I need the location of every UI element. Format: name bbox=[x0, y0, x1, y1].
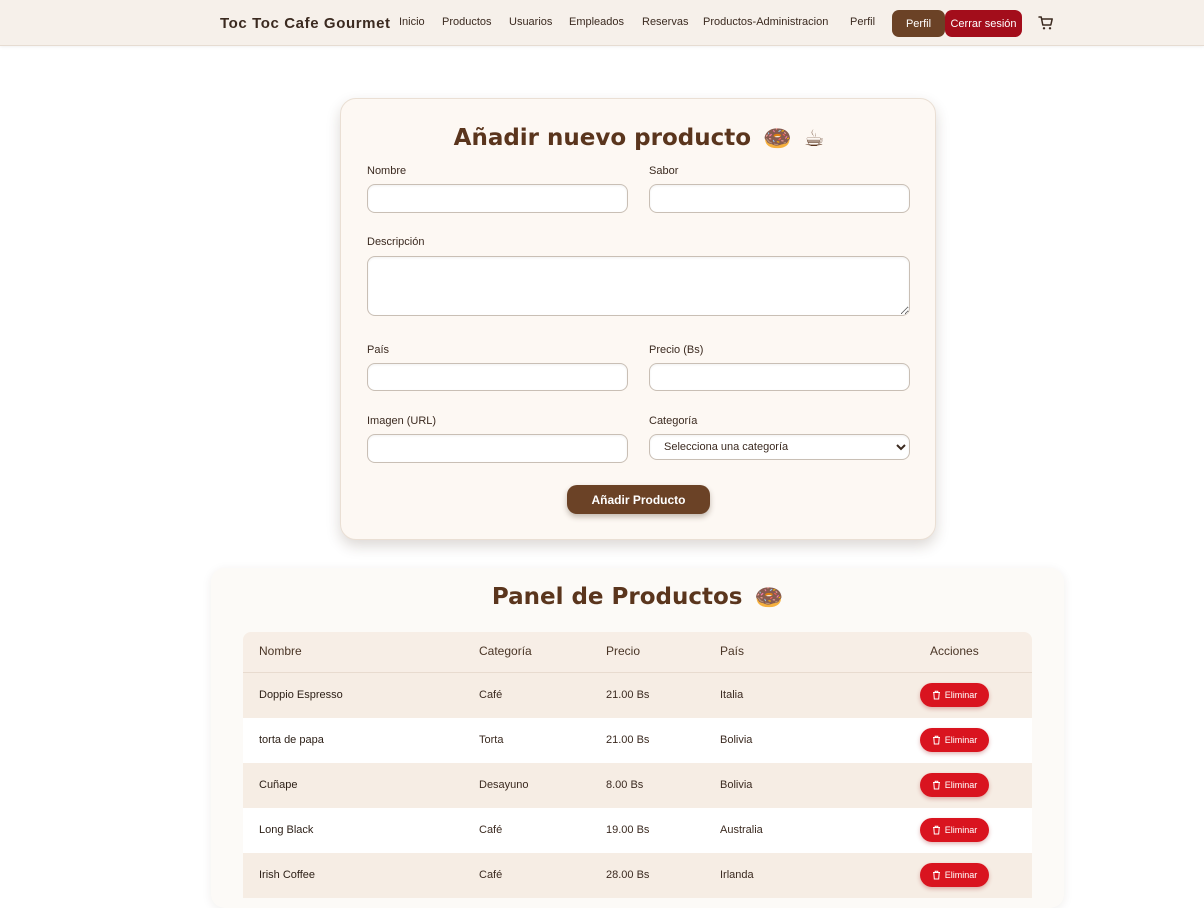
sabor-field[interactable] bbox=[649, 184, 910, 213]
column-header-categoria: Categoría bbox=[479, 644, 532, 658]
delete-label: Eliminar bbox=[944, 825, 978, 835]
sabor-label: Sabor bbox=[649, 165, 679, 177]
cell-pais: Bolivia bbox=[720, 779, 753, 791]
nombre-label: Nombre bbox=[367, 165, 407, 177]
column-header-pais: País bbox=[720, 644, 745, 658]
categoria-select[interactable]: Selecciona una categoría bbox=[649, 434, 910, 460]
trash-icon bbox=[932, 735, 940, 745]
cell-nombre: Irish Coffee bbox=[259, 869, 316, 881]
nombre-field[interactable] bbox=[367, 184, 628, 213]
table-row: Irish Coffee Café 28.00 Bs Irlanda Elimi… bbox=[243, 853, 1032, 898]
cell-precio: 21.00 Bs bbox=[606, 734, 650, 746]
nav-link-productos[interactable]: Productos bbox=[442, 16, 492, 28]
pais-label: País bbox=[367, 344, 390, 356]
delete-button[interactable]: Eliminar bbox=[920, 728, 989, 752]
table-row: Doppio Espresso Café 21.00 Bs Italia Eli… bbox=[243, 673, 1032, 718]
imagen-label: Imagen (URL) bbox=[367, 415, 437, 427]
precio-label: Precio (Bs) bbox=[649, 344, 704, 356]
delete-button[interactable]: Eliminar bbox=[920, 683, 989, 707]
precio-field[interactable] bbox=[649, 363, 910, 391]
delete-button[interactable]: Eliminar bbox=[920, 818, 989, 842]
brand-logo-text[interactable]: Toc Toc Cafe Gourmet bbox=[220, 15, 391, 32]
delete-button[interactable]: Eliminar bbox=[920, 773, 989, 797]
descripcion-label: Descripción bbox=[367, 236, 425, 248]
cell-pais: Bolivia bbox=[720, 734, 753, 746]
cell-pais: Irlanda bbox=[720, 869, 754, 881]
table-row: Long Black Café 19.00 Bs Australia Elimi… bbox=[243, 808, 1032, 853]
perfil-button[interactable]: Perfil bbox=[892, 10, 945, 37]
donut-icon: 🍩 bbox=[763, 126, 792, 152]
logout-button[interactable]: Cerrar sesión bbox=[945, 10, 1022, 37]
delete-label: Eliminar bbox=[944, 870, 978, 880]
add-product-button[interactable]: Añadir Producto bbox=[567, 485, 710, 514]
cell-precio: 19.00 Bs bbox=[606, 824, 650, 836]
table-row: Cuñape Desayuno 8.00 Bs Bolivia Eliminar bbox=[243, 763, 1032, 808]
nav-link-empleados[interactable]: Empleados bbox=[569, 16, 624, 28]
add-product-form: Añadir nuevo producto 🍩 ☕ Nombre Sabor D… bbox=[340, 98, 936, 540]
nav-link-inicio[interactable]: Inicio bbox=[399, 16, 425, 28]
delete-button[interactable]: Eliminar bbox=[920, 863, 989, 887]
nav-link-usuarios[interactable]: Usuarios bbox=[509, 16, 552, 28]
pais-field[interactable] bbox=[367, 363, 628, 391]
cell-nombre: Doppio Espresso bbox=[259, 689, 343, 701]
trash-icon bbox=[932, 690, 940, 700]
imagen-url-field[interactable] bbox=[367, 434, 628, 463]
cell-precio: 21.00 Bs bbox=[606, 689, 650, 701]
panel-title: Panel de Productos 🍩 bbox=[211, 584, 1064, 611]
cell-pais: Italia bbox=[720, 689, 744, 701]
categoria-label: Categoría bbox=[649, 415, 698, 427]
cell-pais: Australia bbox=[720, 824, 763, 836]
cell-nombre: Long Black bbox=[259, 824, 314, 836]
table-row: torta de papa Torta 21.00 Bs Bolivia Eli… bbox=[243, 718, 1032, 763]
form-title: Añadir nuevo producto 🍩 ☕ bbox=[341, 125, 937, 152]
cell-categoria: Café bbox=[479, 689, 503, 701]
table-header: Nombre Categoría Precio País Acciones bbox=[243, 632, 1032, 673]
coffee-icon: ☕ bbox=[803, 125, 825, 152]
column-header-nombre: Nombre bbox=[259, 644, 302, 658]
cell-categoria: Desayuno bbox=[479, 779, 529, 791]
descripcion-field[interactable] bbox=[367, 256, 910, 316]
nav-link-productos-administracion[interactable]: Productos-Administracion bbox=[703, 16, 828, 28]
form-title-text: Añadir nuevo producto bbox=[453, 125, 752, 151]
cell-precio: 8.00 Bs bbox=[606, 779, 644, 791]
column-header-acciones: Acciones bbox=[930, 644, 979, 658]
trash-icon bbox=[932, 780, 940, 790]
delete-label: Eliminar bbox=[944, 735, 978, 745]
trash-icon bbox=[932, 825, 940, 835]
delete-label: Eliminar bbox=[944, 690, 978, 700]
nav-link-perfil[interactable]: Perfil bbox=[850, 16, 875, 28]
navbar: Toc Toc Cafe Gourmet Inicio Productos Us… bbox=[0, 0, 1204, 46]
products-table: Nombre Categoría Precio País Acciones Do… bbox=[243, 632, 1032, 898]
donut-icon: 🍩 bbox=[754, 585, 784, 611]
cell-categoria: Torta bbox=[479, 734, 504, 746]
panel-title-text: Panel de Productos bbox=[491, 584, 743, 610]
cell-nombre: Cuñape bbox=[259, 779, 298, 791]
delete-label: Eliminar bbox=[944, 780, 978, 790]
cell-categoria: Café bbox=[479, 869, 503, 881]
cart-icon[interactable] bbox=[1038, 15, 1054, 31]
cell-categoria: Café bbox=[479, 824, 503, 836]
cell-nombre: torta de papa bbox=[259, 734, 324, 746]
products-panel: Panel de Productos 🍩 Nombre Categoría Pr… bbox=[211, 568, 1064, 908]
nav-link-reservas[interactable]: Reservas bbox=[642, 16, 688, 28]
column-header-precio: Precio bbox=[606, 644, 641, 658]
trash-icon bbox=[932, 870, 940, 880]
cell-precio: 28.00 Bs bbox=[606, 869, 650, 881]
